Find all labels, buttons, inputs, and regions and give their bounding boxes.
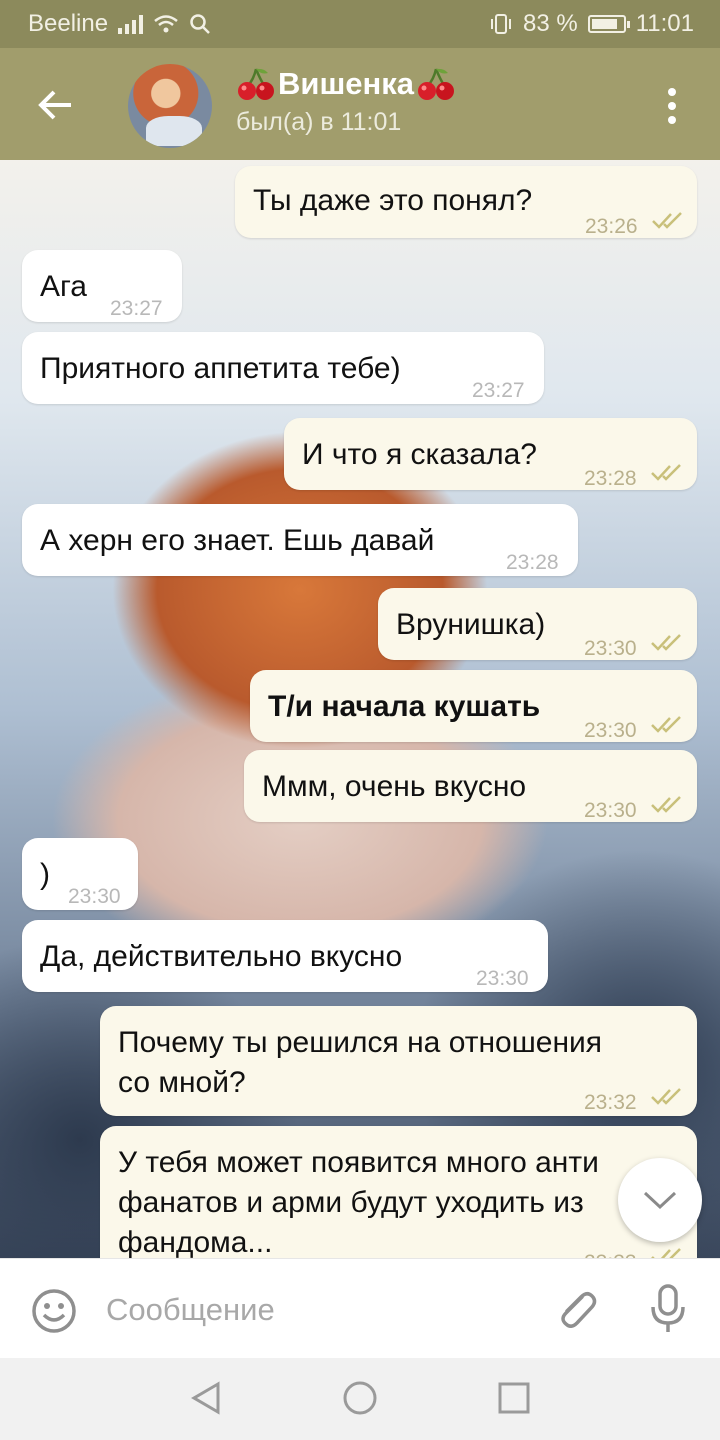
- chat-title: Вишенка: [236, 66, 456, 102]
- double-check-icon: [651, 1248, 681, 1258]
- message-outgoing[interactable]: Почему ты решился на отношения со мной? …: [100, 1006, 697, 1116]
- message-time: 23:30: [476, 967, 529, 990]
- wifi-icon: [154, 15, 178, 33]
- more-vertical-icon-dot: [668, 116, 676, 124]
- message-input[interactable]: [104, 1283, 528, 1337]
- cherry-icon: [238, 68, 274, 100]
- nav-recents-button[interactable]: [496, 1380, 532, 1421]
- message-text: ): [40, 858, 50, 891]
- status-bar: Beeline 83 % 11:01: [0, 0, 720, 48]
- message-text-line: У тебя может появится много анти: [118, 1146, 599, 1179]
- message-incoming[interactable]: Приятного аппетита тебе) 23:27: [22, 332, 544, 404]
- square-recents-icon: [498, 1382, 530, 1414]
- more-vertical-icon: [668, 88, 676, 96]
- attach-button[interactable]: [552, 1285, 600, 1338]
- cherry-icon: [418, 68, 455, 100]
- message-text-line: фандома...: [118, 1226, 273, 1258]
- message-incoming[interactable]: Ага 23:27: [22, 250, 182, 322]
- message-time: 23:30: [584, 719, 637, 742]
- battery-percent: 83 %: [523, 10, 578, 37]
- message-text: А херн его знает. Ешь давай: [40, 524, 435, 557]
- message-outgoing[interactable]: Т/и начала кушать 23:30: [250, 670, 697, 742]
- scroll-to-bottom-button[interactable]: [618, 1158, 702, 1242]
- double-check-icon: [651, 716, 681, 733]
- message-text-line: со мной?: [118, 1066, 246, 1099]
- message-time: 23:32: [584, 1091, 637, 1114]
- message-outgoing[interactable]: Ммм, очень вкусно 23:30: [244, 750, 697, 822]
- message-incoming[interactable]: А херн его знает. Ешь давай 23:28: [22, 504, 578, 576]
- message-outgoing[interactable]: Ты даже это понял? 23:26: [235, 166, 697, 238]
- more-vertical-icon-dot: [668, 102, 676, 110]
- double-check-icon: [651, 1088, 681, 1105]
- double-check-icon: [651, 796, 681, 813]
- message-outgoing[interactable]: У тебя может появится много анти фанатов…: [100, 1126, 697, 1258]
- message-time: 23:30: [584, 637, 637, 660]
- message-text: Ага: [40, 270, 87, 303]
- message-time: 23:30: [68, 885, 121, 908]
- emoji-button[interactable]: [30, 1287, 78, 1340]
- chat-messages[interactable]: Ты даже это понял? 23:26 Ага 23:27 Прият…: [0, 160, 720, 1258]
- message-outgoing[interactable]: Врунишка) 23:30: [378, 588, 697, 660]
- circle-home-icon: [343, 1381, 377, 1415]
- chat-title-text: Вишенка: [278, 66, 415, 101]
- signal-icon: [118, 14, 144, 34]
- double-check-icon: [652, 212, 682, 229]
- message-composer: [0, 1258, 720, 1359]
- smile-icon: [32, 1289, 76, 1333]
- message-text: Ты даже это понял?: [253, 184, 533, 217]
- message-time: 23:26: [585, 215, 638, 238]
- double-check-icon: [651, 464, 681, 481]
- battery-icon: [587, 15, 630, 33]
- message-time: 23:27: [472, 379, 525, 402]
- message-incoming[interactable]: Да, действительно вкусно 23:30: [22, 920, 548, 992]
- message-time: 23:28: [584, 467, 637, 490]
- message-outgoing[interactable]: И что я сказала? 23:28: [284, 418, 697, 490]
- double-check-icon: [651, 634, 681, 651]
- vibrate-icon: [491, 14, 512, 34]
- message-text: Да, действительно вкусно: [40, 940, 403, 973]
- message-time: 23:30: [584, 799, 637, 822]
- message-time: 23:28: [506, 551, 559, 574]
- paperclip-icon: [561, 1292, 597, 1328]
- last-seen-status: был(а) в 11:01: [236, 108, 402, 136]
- message-text-line: фанатов и арми будут уходить из: [118, 1186, 584, 1219]
- nav-home-button[interactable]: [342, 1380, 378, 1421]
- avatar[interactable]: [128, 64, 212, 148]
- back-button[interactable]: [30, 80, 80, 130]
- nav-back-button[interactable]: [188, 1380, 224, 1421]
- message-text: Ммм, очень вкусно: [262, 770, 527, 803]
- chat-info[interactable]: Вишенка был(а) в 11:01: [236, 66, 456, 137]
- chevron-down-icon: [643, 1191, 677, 1210]
- more-options-button[interactable]: [654, 78, 690, 134]
- message-text: Т/и начала кушать: [268, 690, 541, 723]
- triangle-back-icon: [191, 1381, 220, 1415]
- search-icon: [190, 14, 210, 34]
- message-text: Врунишка): [396, 608, 546, 641]
- chat-header: Вишенка был(а) в 11:01: [0, 48, 720, 160]
- message-incoming[interactable]: ) 23:30: [22, 838, 138, 910]
- message-time: 23:33: [584, 1244, 637, 1258]
- message-text: Приятного аппетита тебе): [40, 352, 401, 385]
- message-text-line: Почему ты решился на отношения: [118, 1026, 603, 1059]
- clock: 11:01: [635, 10, 694, 37]
- message-time: 23:27: [110, 297, 163, 320]
- voice-message-button[interactable]: [648, 1283, 688, 1340]
- system-navigation-bar: [0, 1358, 720, 1440]
- microphone-icon: [651, 1284, 685, 1332]
- message-text: И что я сказала?: [302, 438, 537, 471]
- arrow-left-icon: [38, 90, 71, 120]
- carrier-name: Beeline: [28, 10, 109, 37]
